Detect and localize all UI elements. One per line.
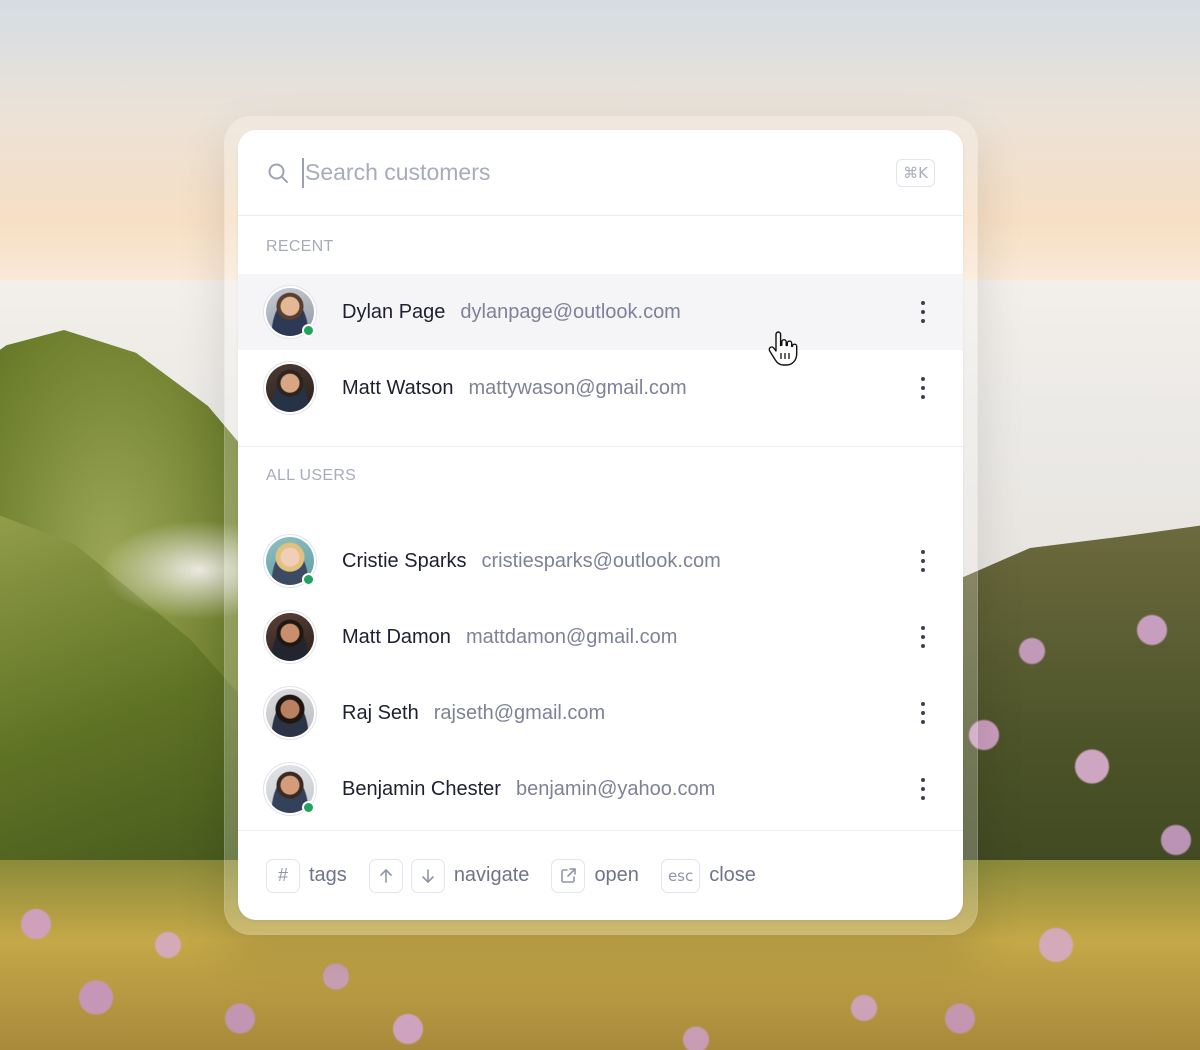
user-name: Benjamin Chester [342,777,501,800]
search-bar: ⌘K [238,130,963,216]
user-name: Matt Watson [342,376,454,399]
hand-pointer-cursor-icon [768,331,798,366]
more-options-icon[interactable] [917,702,929,724]
user-name: Cristie Sparks [342,549,467,572]
navigate-hint: navigate [453,864,530,886]
external-link-icon [551,858,586,893]
list-item[interactable]: Benjamin Chester benjamin@yahoo.com [238,751,963,827]
more-options-icon[interactable] [917,301,929,323]
list-item[interactable]: Dylan Page dylanpage@outlook.com [238,274,963,350]
avatar [266,689,314,737]
arrow-down-icon [410,858,445,893]
user-email: mattdamon@gmail.com [465,625,678,648]
search-input[interactable] [305,159,897,186]
more-options-icon[interactable] [917,778,929,800]
list-item[interactable]: Matt Watson mattywason@gmail.com [238,350,963,426]
more-options-icon[interactable] [917,377,929,399]
search-icon [268,163,288,183]
more-options-icon[interactable] [917,626,929,648]
avatar [266,288,315,337]
more-options-icon[interactable] [917,550,929,572]
avatar [266,613,314,661]
command-palette: ⌘K RECENT Dylan Page dylanpage@outlook.c… [238,130,963,920]
user-email: mattywason@gmail.com [468,376,687,399]
user-name: Matt Damon [342,625,451,648]
avatar [266,364,314,412]
shortcut-badge: ⌘K [896,158,935,187]
avatar [266,537,315,586]
list-item[interactable]: Raj Seth rajseth@gmail.com [238,675,963,751]
user-name: Raj Seth [342,701,419,724]
text-caret [302,157,304,188]
online-status-dot [302,573,315,586]
list-item[interactable]: Matt Damon mattdamon@gmail.com [238,599,963,675]
user-email: dylanpage@outlook.com [460,300,681,323]
user-email: cristiesparks@outlook.com [481,549,721,572]
section-label-all-users: ALL USERS [266,467,357,484]
user-email: rajseth@gmail.com [433,701,606,724]
avatar [266,765,315,814]
shortcut-footer: # tags navigate open esc close [238,830,963,920]
online-status-dot [302,324,315,337]
arrow-up-icon [368,858,403,893]
list-item[interactable]: Cristie Sparks cristiesparks@outlook.com [238,523,963,599]
hash-icon: # [266,858,300,893]
open-hint: open [594,864,639,886]
user-name: Dylan Page [342,300,446,323]
section-label-recent: RECENT [266,238,334,255]
online-status-dot [302,801,315,814]
close-hint: close [709,864,756,886]
esc-key: esc [660,858,701,893]
user-email: benjamin@yahoo.com [515,777,716,800]
tags-hint: tags [309,864,347,886]
